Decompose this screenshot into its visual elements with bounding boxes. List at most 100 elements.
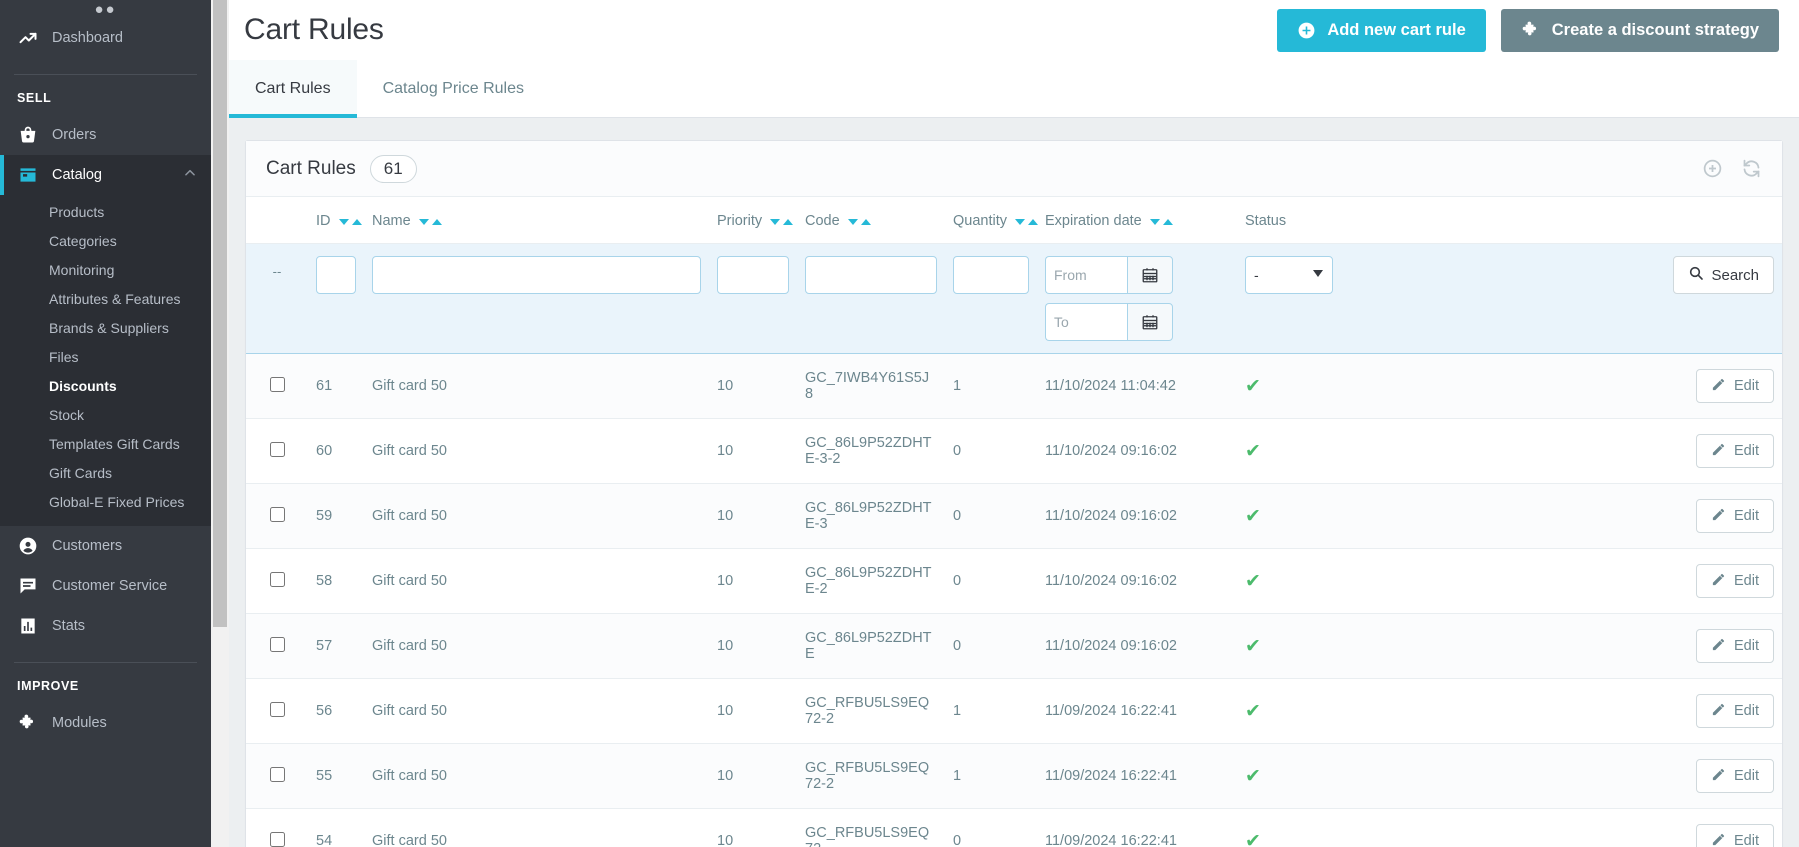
sort-desc-icon[interactable]: [770, 219, 780, 225]
status-badge[interactable]: ✔: [1237, 419, 1473, 484]
page-scrollbar-thumb[interactable]: [213, 0, 227, 627]
row-checkbox[interactable]: [270, 767, 285, 782]
table-row[interactable]: 57Gift card 5010GC_86L9P52ZDHTE011/10/20…: [246, 614, 1782, 679]
search-button[interactable]: Search: [1673, 256, 1774, 294]
create-discount-strategy-button[interactable]: Create a discount strategy: [1501, 9, 1779, 52]
filter-quantity-input[interactable]: [953, 256, 1029, 294]
filter-date-from-input[interactable]: [1045, 256, 1127, 294]
sidebar-item-templates-gift-cards[interactable]: Templates Gift Cards: [0, 429, 211, 458]
table-row[interactable]: 59Gift card 5010GC_86L9P52ZDHTE-3011/10/…: [246, 484, 1782, 549]
sort-asc-icon[interactable]: [1163, 219, 1173, 225]
edit-button[interactable]: Edit: [1696, 434, 1774, 468]
table-row[interactable]: 60Gift card 5010GC_86L9P52ZDHTE-3-2011/1…: [246, 419, 1782, 484]
sidebar-item-modules[interactable]: Modules: [0, 703, 211, 743]
sort-controls-priority[interactable]: [770, 219, 793, 225]
cell-code: GC_86L9P52ZDHTE-2: [797, 549, 945, 614]
sidebar-item-global-e-fixed-prices[interactable]: Global-E Fixed Prices: [0, 487, 211, 516]
add-new-cart-rule-button[interactable]: Add new cart rule: [1277, 9, 1485, 52]
edit-button[interactable]: Edit: [1696, 499, 1774, 533]
status-badge[interactable]: ✔: [1237, 679, 1473, 744]
sort-controls-id[interactable]: [339, 219, 362, 225]
refresh-icon[interactable]: [1741, 158, 1762, 179]
sort-asc-icon[interactable]: [432, 219, 442, 225]
table-row[interactable]: 56Gift card 5010GC_RFBU5LS9EQ72-2111/09/…: [246, 679, 1782, 744]
sidebar-item-label: Stats: [52, 618, 85, 634]
sidebar-item-catalog[interactable]: Catalog: [0, 155, 211, 195]
sidebar-item-categories[interactable]: Categories: [0, 226, 211, 255]
sidebar-item-gift-cards[interactable]: Gift Cards: [0, 458, 211, 487]
table-row[interactable]: 54Gift card 5010GC_RFBU5LS9EQ72011/09/20…: [246, 809, 1782, 847]
sort-controls-quantity[interactable]: [1015, 219, 1038, 225]
calendar-icon[interactable]: [1127, 256, 1173, 294]
sidebar-item-attributes-features[interactable]: Attributes & Features: [0, 284, 211, 313]
col-name[interactable]: Name: [364, 197, 709, 244]
row-checkbox[interactable]: [270, 832, 285, 847]
plus-circle-outline-icon[interactable]: [1702, 158, 1723, 179]
sort-asc-icon[interactable]: [1028, 219, 1038, 225]
edit-button[interactable]: Edit: [1696, 564, 1774, 598]
sort-controls-name[interactable]: [419, 219, 442, 225]
tab-catalog-price-rules[interactable]: Catalog Price Rules: [357, 60, 550, 117]
edit-button[interactable]: Edit: [1696, 824, 1774, 847]
table-row[interactable]: 61Gift card 5010GC_7IWB4Y61S5J8111/10/20…: [246, 354, 1782, 419]
row-checkbox[interactable]: [270, 702, 285, 717]
filter-id-input[interactable]: [316, 256, 356, 294]
filter-date-to-input[interactable]: [1045, 303, 1127, 341]
sidebar-item-customer-service[interactable]: Customer Service: [0, 566, 211, 606]
row-checkbox[interactable]: [270, 377, 285, 392]
filter-id-cell: [308, 244, 364, 354]
row-checkbox[interactable]: [270, 507, 285, 522]
sidebar-item-monitoring[interactable]: Monitoring: [0, 255, 211, 284]
col-code[interactable]: Code: [797, 197, 945, 244]
sidebar-item-files[interactable]: Files: [0, 342, 211, 371]
sort-desc-icon[interactable]: [848, 219, 858, 225]
filter-code-input[interactable]: [805, 256, 937, 294]
edit-button[interactable]: Edit: [1696, 369, 1774, 403]
status-badge[interactable]: ✔: [1237, 484, 1473, 549]
sidebar-item-discounts[interactable]: Discounts: [0, 371, 211, 400]
status-badge[interactable]: ✔: [1237, 744, 1473, 809]
sort-asc-icon[interactable]: [783, 219, 793, 225]
table-row[interactable]: 55Gift card 5010GC_RFBU5LS9EQ72-2111/09/…: [246, 744, 1782, 809]
col-expiration-date[interactable]: Expiration date: [1037, 197, 1237, 244]
sidebar-item-stats[interactable]: Stats: [0, 606, 211, 646]
check-icon: ✔: [1245, 766, 1261, 787]
page-scrollbar[interactable]: [211, 0, 229, 847]
sidebar-item-brands-suppliers[interactable]: Brands & Suppliers: [0, 313, 211, 342]
sort-desc-icon[interactable]: [419, 219, 429, 225]
filter-priority-input[interactable]: [717, 256, 789, 294]
sort-controls-expiration[interactable]: [1150, 219, 1173, 225]
row-checkbox[interactable]: [270, 637, 285, 652]
table-row[interactable]: 58Gift card 5010GC_86L9P52ZDHTE-2011/10/…: [246, 549, 1782, 614]
sort-desc-icon[interactable]: [1015, 219, 1025, 225]
tab-label: Cart Rules: [255, 80, 331, 98]
sort-desc-icon[interactable]: [1150, 219, 1160, 225]
calendar-icon[interactable]: [1127, 303, 1173, 341]
tab-cart-rules[interactable]: Cart Rules: [229, 60, 357, 117]
sort-desc-icon[interactable]: [339, 219, 349, 225]
row-checkbox[interactable]: [270, 442, 285, 457]
edit-button[interactable]: Edit: [1696, 694, 1774, 728]
sort-asc-icon[interactable]: [352, 219, 362, 225]
pencil-icon: [1711, 572, 1726, 591]
search-icon: [1688, 265, 1704, 285]
col-quantity[interactable]: Quantity: [945, 197, 1037, 244]
row-checkbox[interactable]: [270, 572, 285, 587]
sidebar-item-dashboard[interactable]: Dashboard: [0, 18, 211, 58]
filter-status-select[interactable]: -YesNo: [1245, 256, 1333, 294]
sidebar-item-stock[interactable]: Stock: [0, 400, 211, 429]
status-badge[interactable]: ✔: [1237, 809, 1473, 847]
edit-button[interactable]: Edit: [1696, 629, 1774, 663]
sidebar-item-products[interactable]: Products: [0, 197, 211, 226]
sort-asc-icon[interactable]: [861, 219, 871, 225]
edit-button[interactable]: Edit: [1696, 759, 1774, 793]
status-badge[interactable]: ✔: [1237, 614, 1473, 679]
filter-name-input[interactable]: [372, 256, 701, 294]
status-badge[interactable]: ✔: [1237, 354, 1473, 419]
sidebar-item-orders[interactable]: Orders: [0, 115, 211, 155]
col-id[interactable]: ID: [308, 197, 364, 244]
sidebar-item-customers[interactable]: Customers: [0, 526, 211, 566]
sort-controls-code[interactable]: [848, 219, 871, 225]
col-priority[interactable]: Priority: [709, 197, 797, 244]
status-badge[interactable]: ✔: [1237, 549, 1473, 614]
